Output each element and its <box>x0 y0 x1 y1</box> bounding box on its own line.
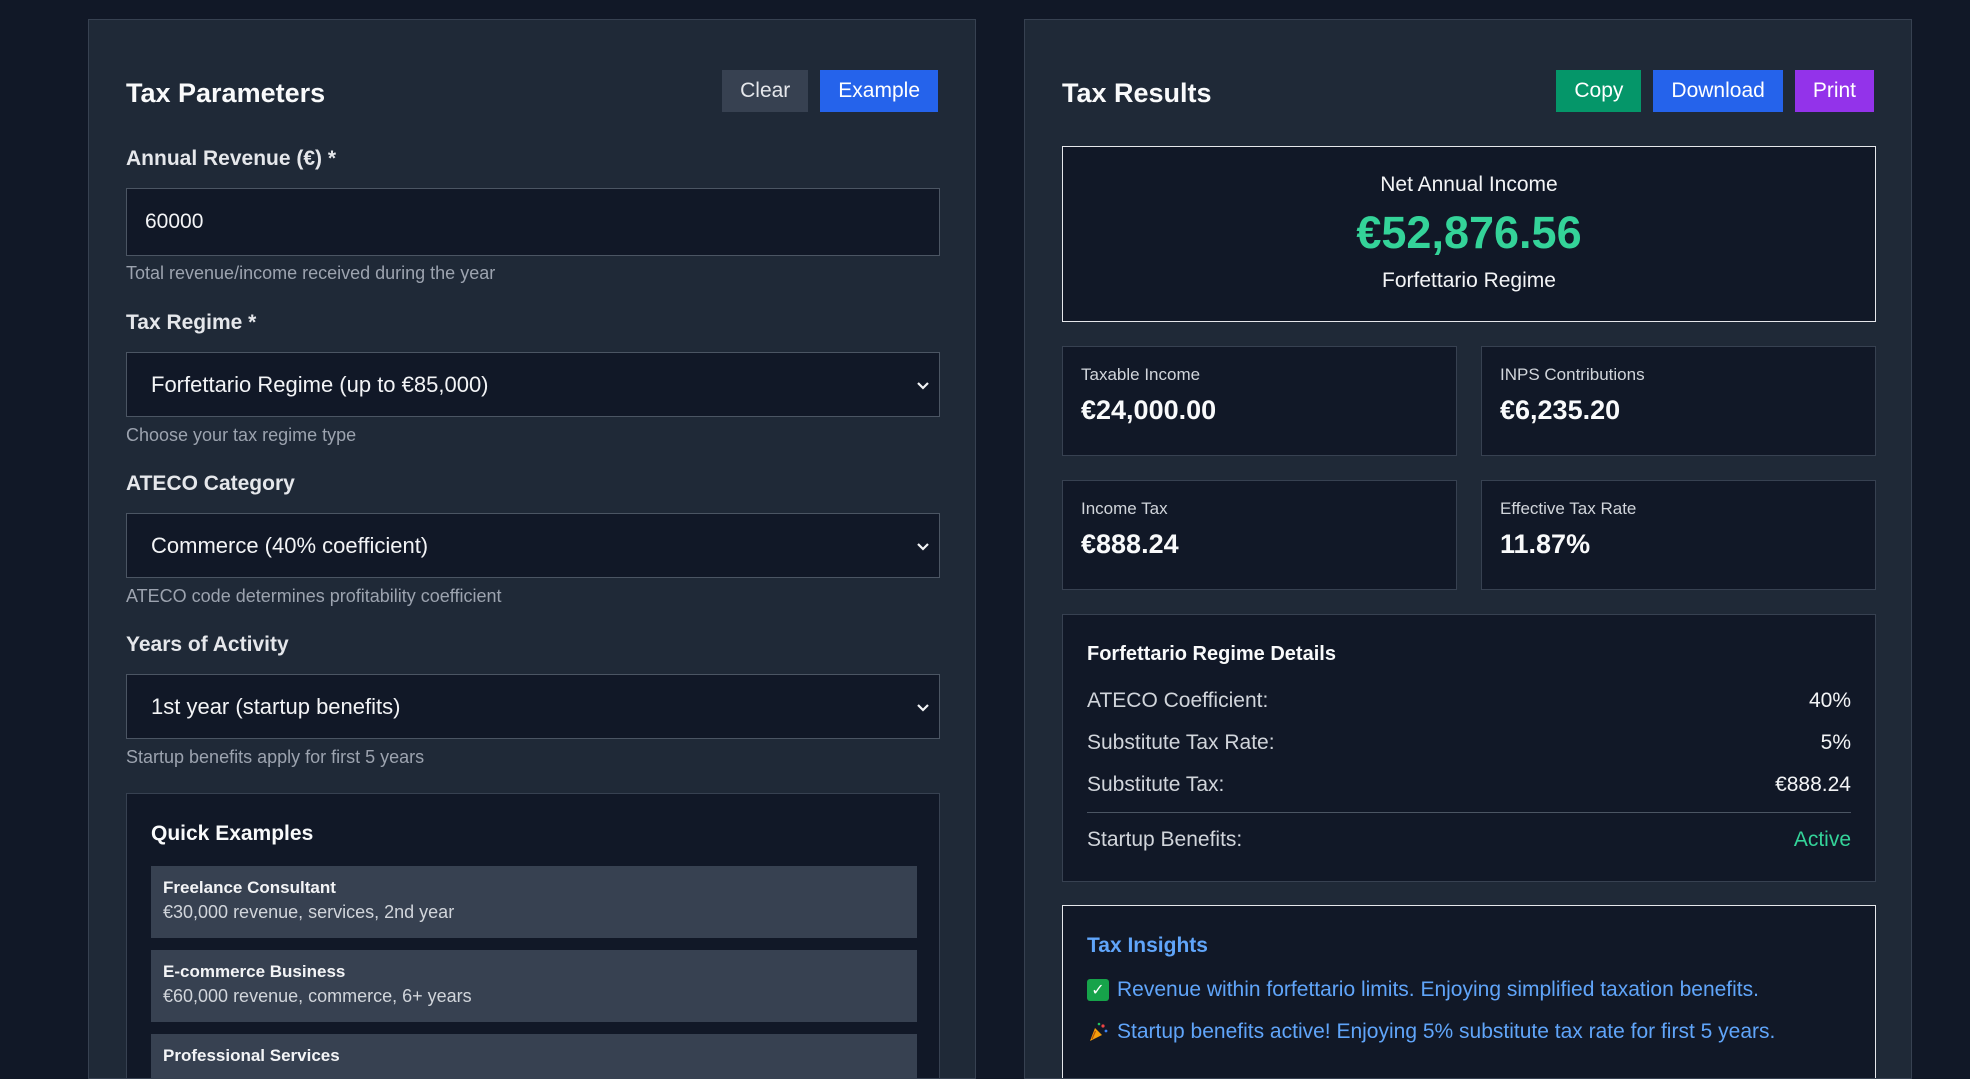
panel-title: Tax Parameters <box>126 78 326 108</box>
tax-parameters-panel: Tax Parameters Clear Example Annual Reve… <box>88 19 976 1079</box>
detail-key: Substitute Tax: <box>1087 773 1225 796</box>
years-help: Startup benefits apply for first 5 years <box>126 747 425 767</box>
detail-key: ATECO Coefficient: <box>1087 689 1269 712</box>
stat-value: €6,235.20 <box>1500 395 1621 425</box>
stat-label: Taxable Income <box>1081 365 1201 384</box>
insight-text: Revenue within forfettario limits. Enjoy… <box>1117 978 1759 1001</box>
effective-tax-rate-card: Effective Tax Rate 11.87% <box>1481 480 1876 590</box>
inps-contributions-card: INPS Contributions €6,235.20 <box>1481 346 1876 456</box>
revenue-help: Total revenue/income received during the… <box>126 263 496 283</box>
detail-value: €888.24 <box>1775 773 1851 796</box>
copy-button[interactable]: Copy <box>1556 70 1642 112</box>
quick-example-ecommerce[interactable]: E-commerce Business €60,000 revenue, com… <box>151 950 917 1022</box>
example-button[interactable]: Example <box>820 70 938 112</box>
ateco-select[interactable]: Commerce (40% coefficient) <box>126 513 940 578</box>
years-selected-value: 1st year (startup benefits) <box>151 693 401 719</box>
taxable-income-card: Taxable Income €24,000.00 <box>1062 346 1457 456</box>
quick-example-desc: €30,000 revenue, services, 2nd year <box>163 902 455 922</box>
detail-row-startup-benefits: Startup Benefits: Active <box>1087 828 1851 852</box>
revenue-input[interactable]: 60000 <box>126 188 940 256</box>
years-label: Years of Activity <box>126 633 289 656</box>
check-icon: ✓ <box>1087 979 1109 1001</box>
panel-title: Tax Results <box>1062 78 1212 108</box>
quick-example-title: Freelance Consultant <box>163 878 336 897</box>
chevron-down-icon <box>917 382 929 390</box>
ateco-selected-value: Commerce (40% coefficient) <box>151 532 429 558</box>
quick-example-title: Professional Services <box>163 1046 340 1065</box>
regime-details-title: Forfettario Regime Details <box>1087 643 1336 665</box>
results-header: Tax Results Copy Download Print <box>1062 60 1874 112</box>
stat-label: Effective Tax Rate <box>1500 499 1637 518</box>
detail-value: 40% <box>1808 689 1851 712</box>
quick-examples-box: Quick Examples Freelance Consultant €30,… <box>126 793 940 1078</box>
ateco-label: ATECO Category <box>126 472 295 495</box>
detail-row-substitute-rate: Substitute Tax Rate: 5% <box>1087 731 1851 755</box>
stat-value: €888.24 <box>1081 529 1179 559</box>
years-select[interactable]: 1st year (startup benefits) <box>126 674 940 739</box>
regime-label: Tax Regime * <box>126 311 257 334</box>
stat-label: Income Tax <box>1081 499 1168 518</box>
ateco-help: ATECO code determines profitability coef… <box>126 586 502 606</box>
detail-key: Startup Benefits: <box>1087 828 1243 851</box>
tax-results-panel: Tax Results Copy Download Print Net Annu… <box>1024 19 1912 1079</box>
income-tax-card: Income Tax €888.24 <box>1062 480 1457 590</box>
parameters-header: Tax Parameters Clear Example <box>126 60 938 112</box>
stat-label: INPS Contributions <box>1500 365 1645 384</box>
chevron-down-icon <box>917 704 929 712</box>
detail-key: Substitute Tax Rate: <box>1087 731 1275 754</box>
stat-value: 11.87% <box>1500 529 1591 559</box>
insight-text: Startup benefits active! Enjoying 5% sub… <box>1117 1020 1776 1043</box>
insight-item: Startup benefits active! Enjoying 5% sub… <box>1087 1020 1775 1044</box>
quick-example-desc: €60,000 revenue, commerce, 6+ years <box>163 986 472 1006</box>
chevron-down-icon <box>917 543 929 551</box>
net-income-value: €52,876.56 <box>1356 207 1582 258</box>
download-button[interactable]: Download <box>1653 70 1783 112</box>
details-divider <box>1087 812 1851 813</box>
detail-value: 5% <box>1820 731 1851 754</box>
regime-help: Choose your tax regime type <box>126 425 357 445</box>
print-button[interactable]: Print <box>1794 70 1874 112</box>
detail-value-active: Active <box>1793 828 1851 851</box>
regime-select[interactable]: Forfettario Regime (up to €85,000) <box>126 352 940 417</box>
tax-insights-box: Tax Insights ✓ Revenue within forfettari… <box>1062 905 1876 1078</box>
quick-example-title: E-commerce Business <box>163 962 346 981</box>
stat-value: €24,000.00 <box>1081 395 1217 425</box>
regime-details-box: Forfettario Regime Details ATECO Coeffic… <box>1062 614 1876 882</box>
party-popper-icon <box>1090 1022 1108 1041</box>
regime-selected-value: Forfettario Regime (up to €85,000) <box>151 371 489 397</box>
tax-insights-title: Tax Insights <box>1087 934 1208 957</box>
revenue-value: 60000 <box>145 210 204 233</box>
net-income-card: Net Annual Income €52,876.56 Forfettario… <box>1062 146 1876 322</box>
quick-examples-title: Quick Examples <box>151 822 314 845</box>
net-income-regime: Forfettario Regime <box>1382 269 1556 292</box>
detail-row-ateco: ATECO Coefficient: 40% <box>1087 689 1851 713</box>
clear-button[interactable]: Clear <box>722 70 809 112</box>
detail-row-substitute-tax: Substitute Tax: €888.24 <box>1087 773 1851 797</box>
revenue-label: Annual Revenue (€) * <box>126 147 337 170</box>
quick-example-freelance[interactable]: Freelance Consultant €30,000 revenue, se… <box>151 866 917 938</box>
net-income-label: Net Annual Income <box>1380 173 1558 196</box>
insight-item: ✓ Revenue within forfettario limits. Enj… <box>1087 978 1759 1002</box>
